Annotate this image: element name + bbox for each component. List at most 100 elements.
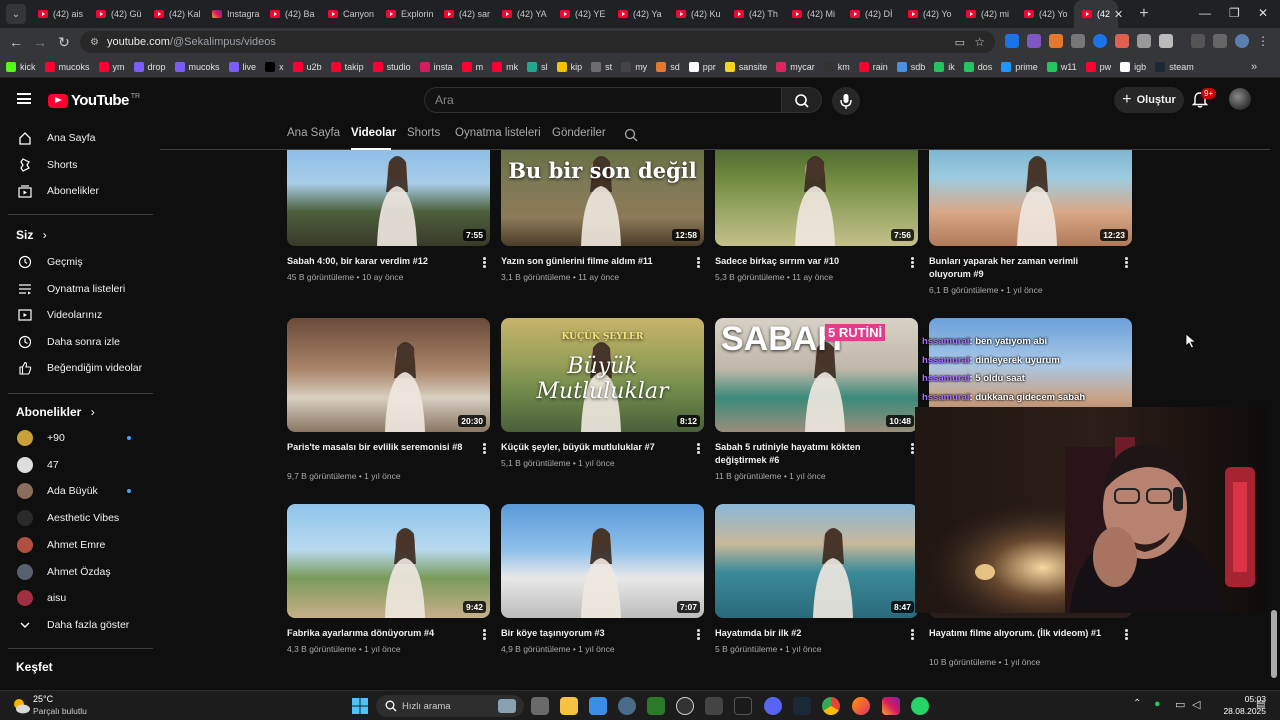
bookmark-item[interactable]: sansite bbox=[724, 61, 767, 72]
video-card[interactable]: 7:55 Sabah 4:00, bir karar verdim #12 45 B… bbox=[287, 150, 490, 282]
task-view-icon[interactable] bbox=[531, 697, 549, 715]
whatsapp-icon[interactable] bbox=[911, 697, 929, 715]
store-icon[interactable] bbox=[589, 697, 607, 715]
account-avatar[interactable] bbox=[1229, 88, 1251, 110]
url-bar[interactable]: ⚙ youtube.com /@Sekalimpus/videos ▭ ☆ bbox=[80, 31, 995, 53]
video-thumbnail[interactable]: 12:23 bbox=[929, 150, 1132, 246]
minimize-button[interactable]: — bbox=[1199, 6, 1211, 20]
bookmark-item[interactable]: x bbox=[265, 61, 284, 72]
search-input[interactable]: Ara bbox=[424, 87, 782, 113]
video-card[interactable]: 20:30 Paris'te masalsı bir evlilik seremo… bbox=[287, 318, 490, 481]
firefox-icon[interactable] bbox=[852, 697, 870, 715]
browser-tab-active[interactable]: (42 bbox=[1074, 0, 1118, 28]
bookmark-item[interactable]: u2b bbox=[292, 61, 322, 72]
sidebar-item-playlists[interactable]: Oynatma listeleri bbox=[8, 276, 153, 302]
video-options-icon[interactable] bbox=[697, 629, 700, 640]
video-thumbnail[interactable]: 7:55 bbox=[287, 150, 490, 246]
video-title[interactable]: Küçük şeyler, büyük mutluluklar #7 bbox=[501, 441, 681, 454]
bookmark-item[interactable]: igb bbox=[1120, 61, 1146, 72]
video-thumbnail[interactable]: 7:07 bbox=[501, 504, 704, 618]
browser-tab[interactable]: (42) YA bbox=[494, 0, 552, 28]
tab-videos[interactable]: Videolar bbox=[351, 127, 396, 139]
browser-tab[interactable]: Explorin bbox=[378, 0, 436, 28]
video-title[interactable]: Sabah 4:00, bir karar verdim #12 bbox=[287, 255, 467, 268]
browser-tab[interactable]: (42) YE bbox=[552, 0, 610, 28]
app-icon[interactable] bbox=[734, 697, 752, 715]
browser-tab[interactable]: (42) Gü bbox=[88, 0, 146, 28]
bookmark-item[interactable]: ik bbox=[934, 61, 955, 72]
bookmark-item[interactable]: prime bbox=[1001, 61, 1038, 72]
video-thumbnail[interactable]: 20:30 bbox=[287, 318, 490, 432]
settings-icon[interactable] bbox=[618, 697, 636, 715]
browser-tab[interactable]: (42) ais bbox=[30, 0, 88, 28]
back-icon[interactable]: ← bbox=[4, 34, 28, 50]
bookmark-item[interactable]: mucoks bbox=[174, 61, 220, 72]
tab-shorts[interactable]: Shorts bbox=[407, 127, 440, 139]
video-card[interactable]: SABAH 5 RUTİNİ 10:48 Sabah 5 rutiniyle haya… bbox=[715, 318, 918, 481]
video-options-icon[interactable] bbox=[483, 629, 486, 640]
bookmark-item[interactable]: sd bbox=[656, 61, 680, 72]
subscription-channel[interactable]: +90 bbox=[8, 425, 153, 451]
browser-tab[interactable]: (42) Kal bbox=[146, 0, 204, 28]
video-thumbnail[interactable]: Büyük Mutluluklar KÜÇÜK ŞEYLER 8:12 bbox=[501, 318, 704, 432]
create-button[interactable]: + Oluştur bbox=[1114, 87, 1184, 113]
video-thumbnail[interactable]: Bu bir son değil 12:58 bbox=[501, 150, 704, 246]
forward-icon[interactable]: → bbox=[28, 34, 52, 50]
video-options-icon[interactable] bbox=[483, 257, 486, 268]
voice-search-button[interactable] bbox=[832, 87, 860, 115]
video-card[interactable]: 7:56 Sadece birkaç sırrım var #10 5,3 B gö… bbox=[715, 150, 918, 282]
video-options-icon[interactable] bbox=[483, 443, 486, 454]
page-scrollbar[interactable] bbox=[1268, 150, 1280, 690]
subscription-channel[interactable]: aisu bbox=[8, 585, 153, 611]
extension-icon[interactable] bbox=[1115, 34, 1129, 48]
bookmark-item[interactable]: my bbox=[621, 61, 647, 72]
video-title[interactable]: Bunları yaparak her zaman verimli oluyor… bbox=[929, 255, 1109, 281]
sidebar-item-watch-later[interactable]: Daha sonra izle bbox=[8, 329, 153, 355]
browser-tab[interactable]: (42) Ba bbox=[262, 0, 320, 28]
tray-mic-icon[interactable]: ● bbox=[1154, 698, 1161, 710]
tab-playlists[interactable]: Oynatma listeleri bbox=[455, 127, 541, 139]
nvidia-icon[interactable] bbox=[647, 697, 665, 715]
video-title[interactable]: Hayatımı filme alıyorum. (İlk videom) #1 bbox=[929, 627, 1109, 640]
discord-icon[interactable] bbox=[764, 697, 782, 715]
browser-tab[interactable]: Instagra bbox=[204, 0, 262, 28]
bookmark-item[interactable]: insta bbox=[419, 61, 453, 72]
video-title[interactable]: Sabah 5 rutiniyle hayatımı kökten değişt… bbox=[715, 441, 895, 467]
video-thumbnail[interactable]: 7:56 bbox=[715, 150, 918, 246]
subscription-channel[interactable]: Ada Büyük bbox=[8, 478, 153, 504]
bookmark-item[interactable]: kip bbox=[556, 61, 582, 72]
bookmark-item[interactable]: steam bbox=[1155, 61, 1194, 72]
bookmark-item[interactable]: ym bbox=[98, 61, 125, 72]
bookmark-item[interactable]: mucoks bbox=[44, 61, 90, 72]
search-button[interactable] bbox=[782, 87, 822, 113]
bookmark-item[interactable]: mk bbox=[492, 61, 518, 72]
you-section-header[interactable]: Siz › bbox=[16, 228, 47, 242]
bookmark-item[interactable]: pw bbox=[1085, 61, 1111, 72]
close-window-button[interactable]: ✕ bbox=[1258, 6, 1268, 20]
bookmark-star-icon[interactable]: ☆ bbox=[974, 35, 985, 49]
extension-icon[interactable] bbox=[1137, 34, 1151, 48]
browser-tab[interactable]: (42) Yo bbox=[1016, 0, 1074, 28]
tab-home[interactable]: Ana Sayfa bbox=[287, 127, 340, 139]
bookmark-item[interactable]: st bbox=[591, 61, 612, 72]
video-thumbnail[interactable]: SABAH 5 RUTİNİ 10:48 bbox=[715, 318, 918, 432]
side-panel-icon[interactable] bbox=[1213, 34, 1227, 48]
video-card[interactable]: 7:07 Bir köye taşınıyorum #3 4,9 B görüntü… bbox=[501, 504, 704, 654]
sidebar-item-subscriptions[interactable]: Abonelikler bbox=[8, 178, 153, 204]
browser-tab[interactable]: (42) Mi bbox=[784, 0, 842, 28]
video-options-icon[interactable] bbox=[697, 443, 700, 454]
hamburger-menu-icon[interactable] bbox=[17, 93, 31, 104]
sidebar-item-history[interactable]: Geçmiş bbox=[8, 249, 153, 275]
bookmark-item[interactable]: ppr bbox=[688, 61, 716, 72]
video-card[interactable]: 9:42 Fabrika ayarlarıma dönüyorum #4 4,3 B… bbox=[287, 504, 490, 654]
tab-posts[interactable]: Gönderiler bbox=[552, 127, 606, 139]
video-title[interactable]: Sadece birkaç sırrım var #10 bbox=[715, 255, 895, 268]
video-options-icon[interactable] bbox=[911, 443, 914, 454]
extension-icon[interactable] bbox=[1049, 34, 1063, 48]
extension-icon[interactable] bbox=[1093, 34, 1107, 48]
browser-tab[interactable]: (42) sar bbox=[436, 0, 494, 28]
video-options-icon[interactable] bbox=[1125, 257, 1128, 268]
bookmark-item[interactable]: rain bbox=[858, 61, 888, 72]
instagram-icon[interactable] bbox=[882, 697, 900, 715]
chrome-icon[interactable] bbox=[822, 697, 840, 715]
